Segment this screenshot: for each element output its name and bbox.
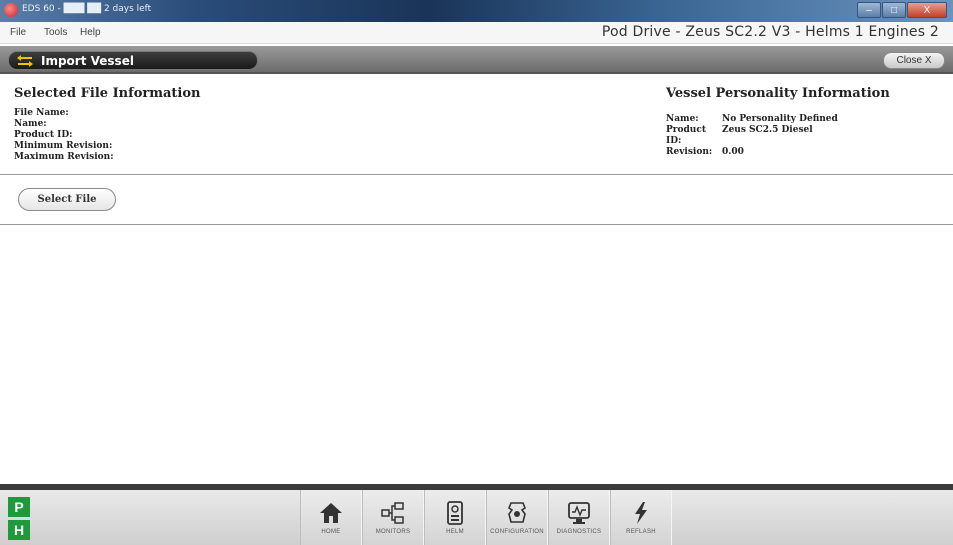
vessel-field-product-id: Product ID: Zeus SC2.5 Diesel	[666, 125, 813, 146]
field-product-id: Product ID:	[14, 130, 73, 140]
nav-helm-button[interactable]: HELM	[424, 490, 486, 545]
nav-reflash-button[interactable]: REFLASH	[610, 490, 672, 545]
selected-file-heading: Selected File Information	[14, 86, 201, 101]
nav-configuration-label: CONFIGURATION	[490, 529, 544, 535]
vessel-personality-heading: Vessel Personality Information	[666, 86, 890, 101]
vessel-field-name: Name: No Personality Defined	[666, 114, 838, 124]
menu-tools[interactable]: Tools	[44, 27, 67, 38]
reflash-icon	[635, 502, 647, 524]
field-maximum-revision: Maximum Revision:	[14, 152, 114, 162]
window-title: EDS 60 - ███ ██ 2 days left	[22, 4, 152, 14]
helm-icon	[447, 501, 463, 525]
nav-buttons: HOME MONITORS HELM CONFIGURATION DIAGNOS…	[300, 490, 672, 545]
close-button[interactable]: Close X	[883, 52, 945, 69]
page-title: Import Vessel	[41, 54, 134, 68]
nav-diagnostics-label: DIAGNOSTICS	[556, 529, 602, 535]
field-name: Name:	[14, 119, 47, 129]
window-titlebar: EDS 60 - ███ ██ 2 days left – □ X	[0, 0, 953, 22]
select-file-area: Select File	[0, 176, 953, 225]
content-area	[8, 226, 945, 484]
nav-home-button[interactable]: HOME	[300, 490, 362, 545]
system-status: Pod Drive - Zeus SC2.2 V3 - Helms 1 Engi…	[601, 24, 939, 40]
import-arrows-icon	[17, 55, 33, 67]
mode-indicator-h[interactable]: H	[8, 520, 30, 540]
field-minimum-revision: Minimum Revision:	[14, 141, 113, 151]
select-file-button[interactable]: Select File	[18, 188, 116, 211]
field-file-name: File Name:	[14, 108, 69, 118]
nav-monitors-label: MONITORS	[375, 529, 411, 535]
diagnostics-icon	[568, 502, 590, 524]
close-window-button[interactable]: X	[907, 2, 947, 18]
configuration-icon	[508, 502, 526, 523]
nav-configuration-button[interactable]: CONFIGURATION	[486, 490, 548, 545]
nav-reflash-label: REFLASH	[626, 529, 656, 535]
vessel-field-revision: Revision: 0.00	[666, 147, 744, 157]
window-controls: – □ X	[857, 2, 947, 18]
nav-monitors-button[interactable]: MONITORS	[362, 490, 424, 545]
info-section: Selected File Information File Name: Nam…	[0, 76, 953, 175]
home-icon	[320, 503, 342, 523]
maximize-button[interactable]: □	[882, 2, 906, 18]
selected-file-fields: File Name: Name: Product ID: Minimum Rev…	[14, 108, 114, 163]
app-logo-icon	[4, 3, 18, 17]
mode-indicator-p[interactable]: P	[8, 497, 30, 517]
page-title-pill: Import Vessel	[8, 51, 258, 70]
nav-home-label: HOME	[321, 529, 341, 535]
menu-help[interactable]: Help	[80, 27, 101, 38]
page-header: Import Vessel Close X	[0, 46, 953, 74]
minimize-button[interactable]: –	[857, 2, 881, 18]
monitors-icon	[381, 502, 404, 524]
menu-file[interactable]: File	[10, 27, 26, 38]
bottom-nav-bar: P H HOME MONITORS HELM CONFIGURATION DIA…	[0, 490, 953, 545]
nav-helm-label: HELM	[446, 529, 464, 535]
nav-diagnostics-button[interactable]: DIAGNOSTICS	[548, 490, 610, 545]
vessel-personality-fields: Name: No Personality Defined Product ID: Z…	[666, 114, 838, 158]
menu-bar: File Tools Help Pod Drive - Zeus SC2.2 V…	[0, 22, 953, 44]
